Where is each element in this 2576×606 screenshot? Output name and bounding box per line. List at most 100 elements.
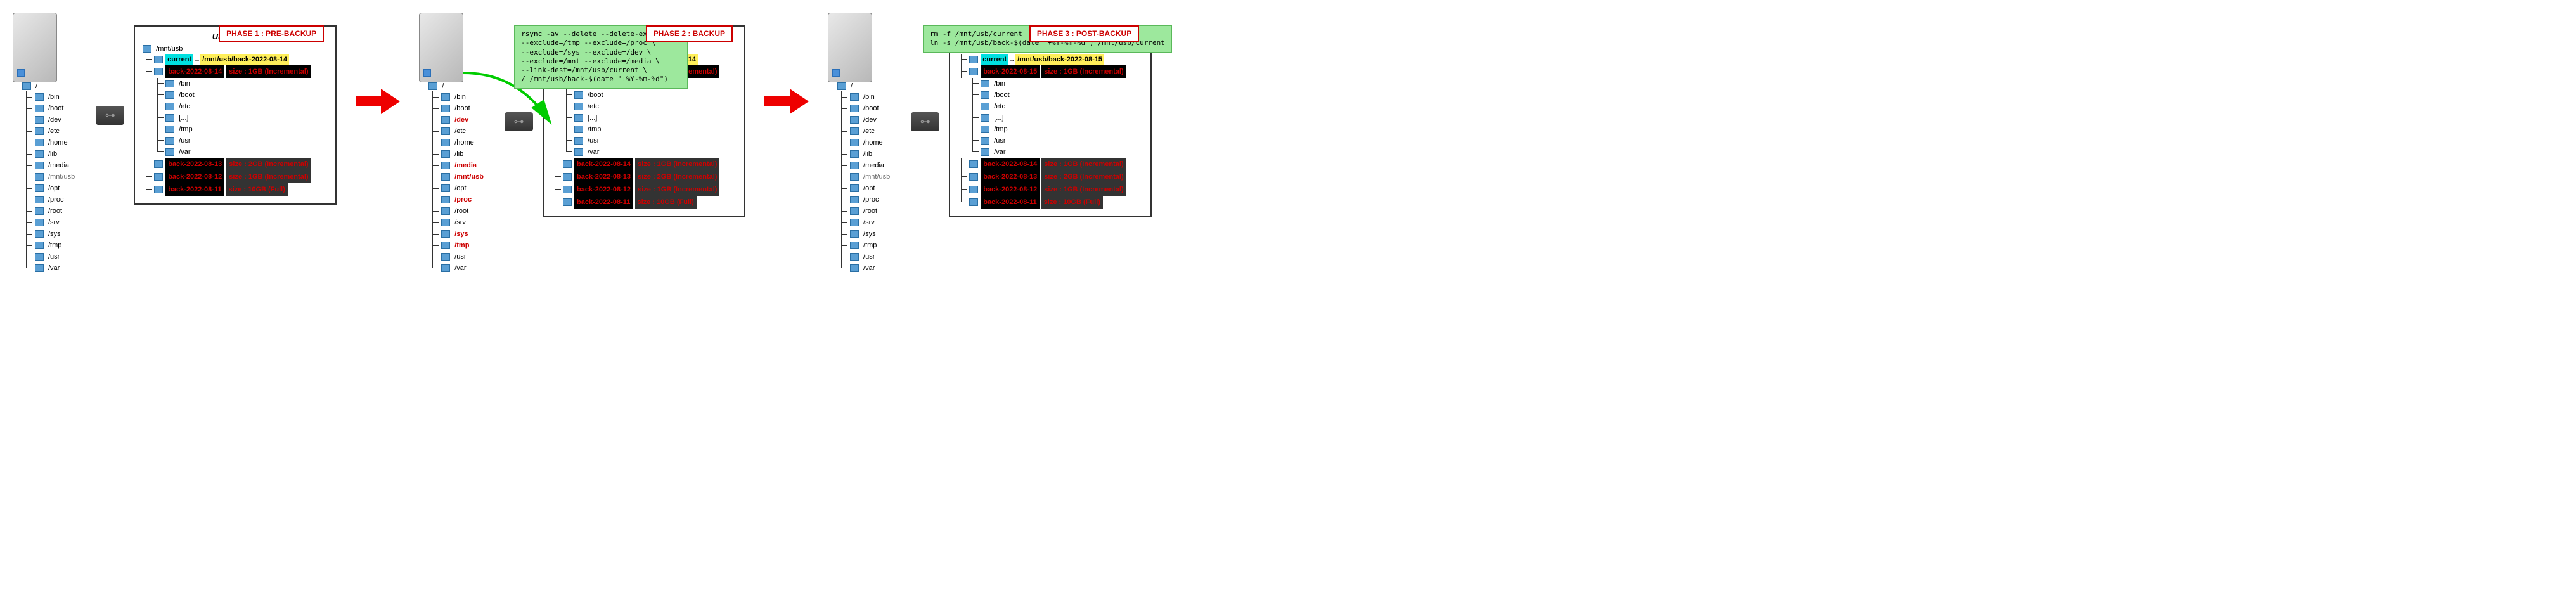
backup-folder: back-2022-08-14 size : 1GB (Incremental) <box>958 158 1143 171</box>
tree-item: /tmp <box>428 240 486 251</box>
folder-icon <box>981 80 989 87</box>
tree-item: /proc <box>837 194 892 205</box>
server-icon <box>419 13 463 82</box>
folder-icon <box>441 253 450 261</box>
folder-icon <box>850 127 859 135</box>
folder-icon <box>441 264 450 272</box>
backup-sub: /bin <box>958 78 1143 89</box>
folder-icon <box>563 198 572 206</box>
folder-icon <box>441 173 450 181</box>
folder-icon <box>850 150 859 158</box>
backup-sub: [...] <box>143 112 328 124</box>
backup-folder: back-2022-08-13 size : 2GB (Incremental) <box>551 171 737 183</box>
folder-icon <box>35 264 44 272</box>
tree-item: /usr <box>837 251 892 262</box>
folder-icon <box>969 56 978 63</box>
tree-item: /etc <box>837 126 892 137</box>
backup-sub: /tmp <box>143 124 328 135</box>
folder-icon <box>563 160 572 168</box>
folder-icon <box>574 103 583 110</box>
backup-sub: /var <box>143 146 328 158</box>
folder-icon <box>441 139 450 146</box>
tree-item: /boot <box>22 103 77 114</box>
backup-folder: back-2022-08-11 size : 10GB (Full) <box>551 196 737 209</box>
phase-badge: PHASE 3 : POST-BACKUP <box>1029 25 1139 42</box>
backup-folder: back-2022-08-13 size : 2GB (Incremental) <box>958 171 1143 183</box>
tree-item: /bin <box>22 91 77 103</box>
fs-tree-items: /bin/boot/dev/etc/home/lib/media/mnt/usb… <box>22 91 77 274</box>
folder-icon <box>428 82 437 90</box>
folder-icon <box>850 93 859 101</box>
tree-item: /var <box>837 262 892 274</box>
tree-item: /sys <box>837 228 892 240</box>
tree-item: /lib <box>837 148 892 160</box>
tree-item: /mnt/usb <box>837 171 892 183</box>
folder-icon <box>165 114 174 122</box>
fs-tree: / /bin/boot/dev/etc/home/lib/media/mnt/u… <box>22 82 77 274</box>
tree-item: /mnt/usb <box>428 171 486 183</box>
folder-icon <box>441 242 450 249</box>
backup-sub: /boot <box>551 89 737 101</box>
tree-item: /srv <box>837 217 892 228</box>
folder-icon <box>850 105 859 112</box>
folder-icon <box>165 103 174 110</box>
folder-icon <box>441 127 450 135</box>
tree-item: /lib <box>428 148 486 160</box>
folder-icon <box>154 68 163 75</box>
tree-item: /lib <box>22 148 77 160</box>
fs-tree-items: /bin/boot/dev/etc/home/lib/media/mnt/usb… <box>837 91 892 274</box>
folder-icon <box>143 45 151 53</box>
folder-icon <box>850 207 859 215</box>
tree-item: /tmp <box>22 240 77 251</box>
tree-item: /root <box>22 205 77 217</box>
folder-icon <box>563 173 572 181</box>
backup-sub: /bin <box>143 78 328 89</box>
folder-icon <box>981 137 989 145</box>
backup-folder: back-2022-08-12 size : 1GB (Incremental) <box>143 171 328 183</box>
tree-item: /root <box>837 205 892 217</box>
backup-folder: back-2022-08-14 size : 1GB (Incremental) <box>551 158 737 171</box>
folder-icon <box>969 173 978 181</box>
backup-folder: back-2022-08-12 size : 1GB (Incremental) <box>958 183 1143 196</box>
folder-icon <box>969 198 978 206</box>
folder-icon <box>35 127 44 135</box>
fs-tree: / /bin/boot/dev/etc/home/lib/media/mnt/u… <box>428 82 486 274</box>
tree-item: /opt <box>837 183 892 194</box>
usb-plug-icon <box>505 112 533 131</box>
folder-icon <box>574 126 583 133</box>
tree-item: /media <box>428 160 486 171</box>
backup-sub: [...] <box>958 112 1143 124</box>
folder-icon <box>441 162 450 169</box>
folder-icon <box>563 186 572 193</box>
folder-icon <box>850 184 859 192</box>
folder-icon <box>574 148 583 156</box>
folder-icon <box>165 148 174 156</box>
folder-icon <box>574 114 583 122</box>
symlink-current: current → /mnt/usb/back-2022-08-14 <box>143 54 328 65</box>
folder-icon <box>165 80 174 87</box>
tree-item: /sys <box>22 228 77 240</box>
backup-sub: /var <box>958 146 1143 158</box>
backup-sub: [...] <box>551 112 737 124</box>
folder-icon <box>441 116 450 124</box>
tree-item: /dev <box>428 114 486 126</box>
tree-item: /etc <box>428 126 486 137</box>
tree-item: /srv <box>22 217 77 228</box>
usb-device: USB Device /mnt/usbcurrent → /mnt/usb/ba… <box>949 25 1152 217</box>
folder-icon <box>154 160 163 168</box>
folder-icon <box>441 150 450 158</box>
tree-item: /opt <box>428 183 486 194</box>
folder-icon <box>441 219 450 226</box>
tree-item: /dev <box>837 114 892 126</box>
tree-item: /media <box>22 160 77 171</box>
server-icon <box>13 13 57 82</box>
folder-icon <box>35 139 44 146</box>
folder-icon <box>165 91 174 99</box>
folder-icon <box>981 91 989 99</box>
folder-icon <box>35 173 44 181</box>
folder-icon <box>574 137 583 145</box>
folder-icon <box>981 103 989 110</box>
phase-badge: PHASE 1 : PRE-BACKUP <box>219 25 324 42</box>
folder-icon <box>35 116 44 124</box>
fs-tree: / /bin/boot/dev/etc/home/lib/media/mnt/u… <box>837 82 892 274</box>
